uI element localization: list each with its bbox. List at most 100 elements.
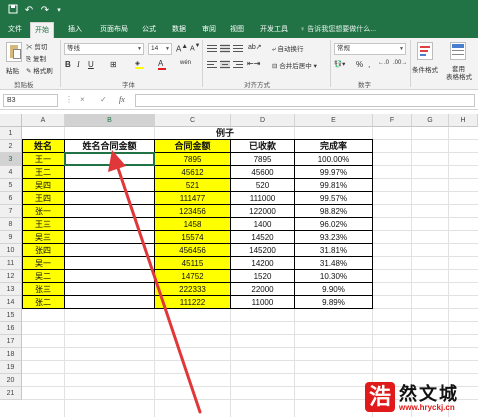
cell-contract-amount[interactable]: 1458 bbox=[155, 218, 231, 231]
merge-center-button[interactable]: ⊟ 合并后居中 ▾ bbox=[272, 60, 317, 70]
cell-completion-rate[interactable]: 99.57% bbox=[295, 192, 373, 205]
wrap-text-button[interactable]: ⤶ 自动换行 bbox=[272, 43, 303, 54]
redo-icon[interactable]: ↷ bbox=[38, 4, 52, 18]
row-header-2[interactable]: 2 bbox=[0, 140, 22, 153]
cell-received[interactable]: 520 bbox=[231, 179, 295, 192]
cell-name-contract-amount[interactable] bbox=[65, 283, 155, 296]
insert-function-icon[interactable]: fx bbox=[119, 94, 125, 106]
cell-contract-amount[interactable]: 45612 bbox=[155, 166, 231, 179]
cell-name[interactable]: 吴三 bbox=[22, 231, 65, 244]
cell-received[interactable]: 7895 bbox=[231, 153, 295, 166]
currency-icon[interactable]: 💱▾ bbox=[334, 60, 345, 68]
number-format-select[interactable]: 常规 ▼ bbox=[334, 43, 406, 55]
enter-icon[interactable]: ✓ bbox=[100, 94, 107, 106]
align-middle-icon[interactable] bbox=[220, 44, 230, 53]
decrease-font-icon[interactable]: A▼ bbox=[190, 43, 200, 52]
cell-completion-rate[interactable]: 31.81% bbox=[295, 244, 373, 257]
cell-completion-rate[interactable]: 98.82% bbox=[295, 205, 373, 218]
cell-received[interactable]: 1520 bbox=[231, 270, 295, 283]
cell-received[interactable]: 14520 bbox=[231, 231, 295, 244]
header-name[interactable]: 姓名 bbox=[22, 140, 65, 153]
align-bottom-icon[interactable] bbox=[233, 44, 243, 53]
cell-name-contract-amount[interactable] bbox=[65, 244, 155, 257]
cell-name[interactable]: 吴一 bbox=[22, 257, 65, 270]
cell-contract-amount[interactable]: 111477 bbox=[155, 192, 231, 205]
tab-data[interactable]: 数据 bbox=[168, 22, 190, 38]
copy-button[interactable]: ⎘ 复制 bbox=[26, 53, 46, 64]
tell-me-search[interactable]: ♀ 告诉我您想要做什么... bbox=[300, 22, 376, 38]
orientation-icon[interactable]: ab↗ bbox=[248, 43, 262, 51]
cell-completion-rate[interactable]: 99.81% bbox=[295, 179, 373, 192]
tab-formulas[interactable]: 公式 bbox=[138, 22, 160, 38]
align-center-icon[interactable] bbox=[220, 60, 230, 69]
column-header-c[interactable]: C bbox=[155, 114, 231, 127]
row-header-13[interactable]: 13 bbox=[0, 283, 22, 296]
cell-name-contract-amount[interactable] bbox=[65, 218, 155, 231]
row-header-15[interactable]: 15 bbox=[0, 309, 22, 322]
phonetic-guide-icon[interactable]: wén bbox=[180, 60, 191, 66]
cell-completion-rate[interactable]: 99.97% bbox=[295, 166, 373, 179]
row-header-5[interactable]: 5 bbox=[0, 179, 22, 192]
borders-icon[interactable]: ⊞ bbox=[110, 60, 117, 69]
font-name-select[interactable]: 等线 ▼ bbox=[64, 43, 144, 55]
cell-contract-amount[interactable]: 7895 bbox=[155, 153, 231, 166]
row-header-3[interactable]: 3 bbox=[0, 153, 22, 166]
undo-icon[interactable]: ↶ bbox=[22, 4, 36, 18]
save-icon[interactable] bbox=[6, 4, 20, 18]
cell-contract-amount[interactable]: 123456 bbox=[155, 205, 231, 218]
select-all-corner[interactable] bbox=[0, 114, 22, 127]
align-right-icon[interactable] bbox=[233, 60, 243, 69]
tab-page-layout[interactable]: 页面布局 bbox=[96, 22, 132, 38]
column-header-f[interactable]: F bbox=[373, 114, 412, 127]
active-cell-b3[interactable] bbox=[64, 152, 155, 166]
cell-contract-amount[interactable]: 45115 bbox=[155, 257, 231, 270]
cell-contract-amount[interactable]: 521 bbox=[155, 179, 231, 192]
cell-name-contract-amount[interactable] bbox=[65, 192, 155, 205]
comma-button[interactable]: , bbox=[368, 60, 370, 69]
cell-received[interactable]: 111000 bbox=[231, 192, 295, 205]
cell-name[interactable]: 王一 bbox=[22, 153, 65, 166]
cell-contract-amount[interactable]: 222333 bbox=[155, 283, 231, 296]
font-size-select[interactable]: 14 ▼ bbox=[148, 43, 172, 55]
row-header-21[interactable]: 21 bbox=[0, 387, 22, 400]
cancel-icon[interactable]: × bbox=[80, 94, 85, 106]
cell-contract-amount[interactable]: 111222 bbox=[155, 296, 231, 309]
cell-name[interactable]: 张三 bbox=[22, 283, 65, 296]
increase-decimal-icon[interactable]: ←.0 bbox=[378, 60, 389, 66]
header-completion-rate[interactable]: 完成率 bbox=[295, 140, 373, 153]
paste-button[interactable]: 粘贴 bbox=[6, 65, 19, 75]
tab-insert[interactable]: 插入 bbox=[64, 22, 86, 38]
paste-icon[interactable] bbox=[6, 42, 22, 62]
cell-completion-rate[interactable]: 10.30% bbox=[295, 270, 373, 283]
fill-color-icon[interactable]: ◈ bbox=[135, 59, 144, 69]
cell-completion-rate[interactable]: 9.90% bbox=[295, 283, 373, 296]
cell-completion-rate[interactable]: 93.23% bbox=[295, 231, 373, 244]
row-header-8[interactable]: 8 bbox=[0, 218, 22, 231]
italic-button[interactable]: I bbox=[77, 60, 80, 69]
cell-contract-amount[interactable]: 14752 bbox=[155, 270, 231, 283]
header-contract-amount[interactable]: 合同金额 bbox=[155, 140, 231, 153]
cell-name-contract-amount[interactable] bbox=[65, 257, 155, 270]
row-header-14[interactable]: 14 bbox=[0, 296, 22, 309]
cell-received[interactable]: 11000 bbox=[231, 296, 295, 309]
cell-name-contract-amount[interactable] bbox=[65, 296, 155, 309]
tab-developer[interactable]: 开发工具 bbox=[256, 22, 292, 38]
cell-name[interactable]: 吴四 bbox=[22, 179, 65, 192]
cell-received[interactable]: 145200 bbox=[231, 244, 295, 257]
cell-name[interactable]: 张四 bbox=[22, 244, 65, 257]
column-header-h[interactable]: H bbox=[449, 114, 478, 127]
cell-contract-amount[interactable]: 15574 bbox=[155, 231, 231, 244]
cell-name-contract-amount[interactable] bbox=[65, 205, 155, 218]
row-header-17[interactable]: 17 bbox=[0, 335, 22, 348]
row-header-9[interactable]: 9 bbox=[0, 231, 22, 244]
conditional-format-button[interactable]: 条件格式 bbox=[412, 64, 438, 74]
table-format-icon[interactable] bbox=[450, 42, 466, 60]
cell-name-contract-amount[interactable] bbox=[65, 231, 155, 244]
cell-completion-rate[interactable]: 96.02% bbox=[295, 218, 373, 231]
row-header-12[interactable]: 12 bbox=[0, 270, 22, 283]
decrease-decimal-icon[interactable]: .00→ bbox=[393, 60, 407, 66]
column-header-d[interactable]: D bbox=[231, 114, 295, 127]
row-header-16[interactable]: 16 bbox=[0, 322, 22, 335]
increase-font-icon[interactable]: A▲ bbox=[176, 43, 188, 54]
row-header-7[interactable]: 7 bbox=[0, 205, 22, 218]
